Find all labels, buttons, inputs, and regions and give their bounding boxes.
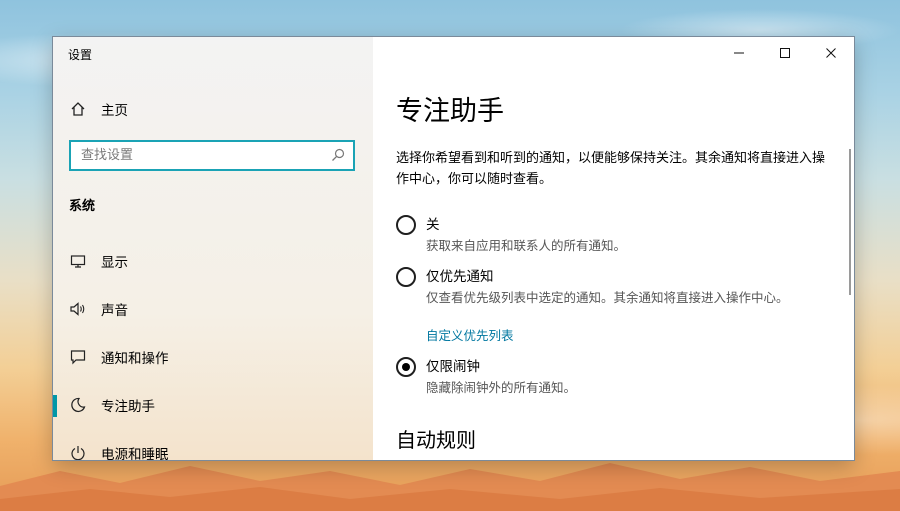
moon-icon (69, 396, 87, 414)
sidebar-item-display[interactable]: 显示 (53, 241, 373, 281)
sidebar-item-home[interactable]: 主页 (53, 89, 373, 129)
window-controls (716, 37, 854, 69)
radio-off[interactable] (396, 215, 416, 235)
scrollbar[interactable] (849, 149, 851, 295)
settings-window: 设置 主页 系统 显示 声音 (53, 37, 854, 460)
customize-priority-list-link[interactable]: 自定义优先列表 (426, 325, 514, 344)
option-label: 仅优先通知 (426, 269, 494, 285)
sidebar-item-notifications[interactable]: 通知和操作 (53, 337, 373, 377)
minimize-button[interactable] (716, 37, 762, 69)
close-icon (826, 48, 836, 58)
notification-icon (69, 348, 87, 366)
search-input[interactable] (71, 142, 336, 169)
maximize-button[interactable] (762, 37, 808, 69)
radio-priority-only[interactable] (396, 267, 416, 287)
minimize-icon (734, 52, 744, 54)
auto-rules-title: 自动规则 (396, 428, 476, 452)
sidebar-item-label: 声音 (101, 303, 128, 319)
sidebar-item-label: 主页 (101, 103, 128, 119)
sidebar-item-power[interactable]: 电源和睡眠 (53, 433, 373, 460)
sidebar-item-focus-assist[interactable]: 专注助手 (53, 385, 373, 425)
option-description: 隐藏除闹钟外的所有通知。 (426, 380, 577, 395)
power-icon (69, 444, 87, 460)
option-label: 仅限闹钟 (426, 359, 480, 375)
close-button[interactable] (808, 37, 854, 69)
page-description: 选择你希望看到和听到的通知，以便能够保持关注。其余通知将直接进入操作中心，你可以… (396, 151, 826, 187)
main-content: 专注助手 选择你希望看到和听到的通知，以便能够保持关注。其余通知将直接进入操作中… (373, 37, 854, 460)
home-icon (69, 100, 87, 118)
sidebar-item-label: 通知和操作 (101, 351, 169, 367)
sidebar: 设置 主页 系统 显示 声音 (53, 37, 373, 460)
speaker-icon (69, 300, 87, 318)
sidebar-item-sound[interactable]: 声音 (53, 289, 373, 329)
monitor-icon (69, 252, 87, 270)
window-title: 设置 (68, 48, 93, 62)
option-label: 关 (426, 217, 440, 233)
section-title: 系统 (69, 199, 96, 214)
search-box (69, 140, 355, 171)
radio-alarms-only[interactable] (396, 357, 416, 377)
search-icon (332, 148, 345, 161)
option-description: 仅查看优先级列表中选定的通知。其余通知将直接进入操作中心。 (426, 290, 789, 305)
sidebar-item-label: 电源和睡眠 (101, 447, 169, 460)
sidebar-item-label: 专注助手 (101, 399, 155, 415)
sidebar-item-label: 显示 (101, 255, 128, 271)
option-description: 获取来自应用和联系人的所有通知。 (426, 238, 627, 253)
maximize-icon (780, 48, 790, 58)
page-title: 专注助手 (396, 96, 504, 127)
